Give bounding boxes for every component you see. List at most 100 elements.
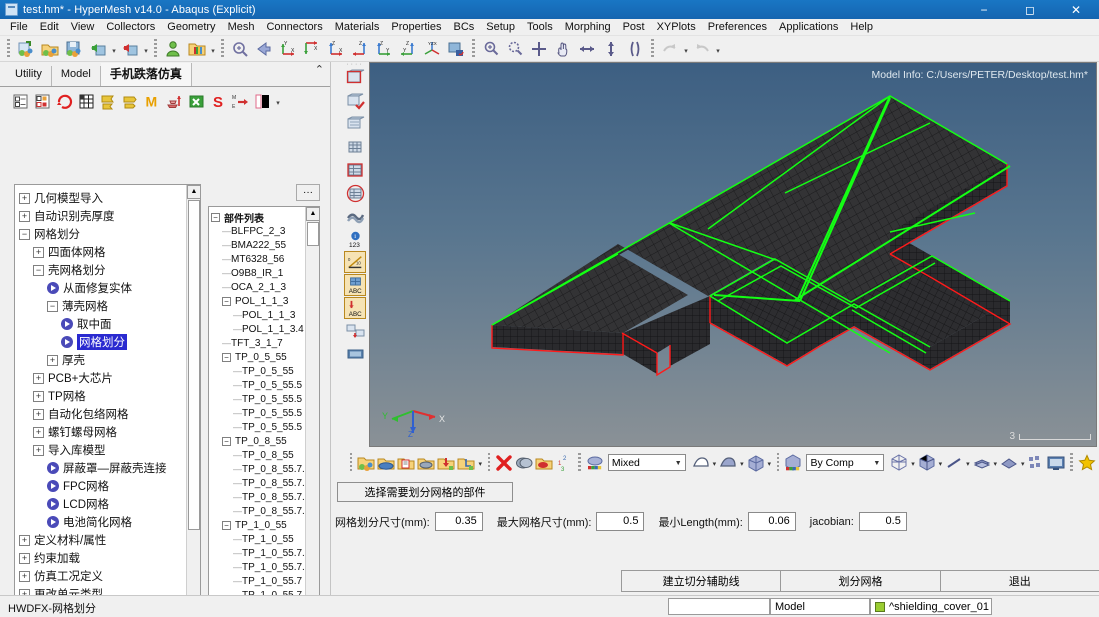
shell-element-icon[interactable] <box>972 452 992 473</box>
tree-node[interactable]: + 几何模型导入 <box>19 189 186 207</box>
redo-dropdown-icon[interactable]: ▾ <box>714 38 722 60</box>
expand-icon[interactable]: + <box>33 426 44 438</box>
expand-icon[interactable]: + <box>33 372 44 384</box>
tree-node[interactable]: 网格划分 <box>19 333 186 351</box>
status-component-cell[interactable]: ^shielding_cover_01 <box>870 598 992 615</box>
angle-measure-icon[interactable]: 0 10 <box>344 251 366 273</box>
load-abc-icon[interactable]: ABC <box>344 297 366 319</box>
menu-item-properties[interactable]: Properties <box>385 20 447 34</box>
expand-icon[interactable]: + <box>33 408 44 420</box>
collapse-icon[interactable]: − <box>47 300 58 312</box>
tree-node[interactable]: − 壳网格划分 <box>19 261 186 279</box>
mesh-select-icon[interactable] <box>344 159 366 181</box>
view-xy-icon[interactable]: YX <box>277 38 299 60</box>
zoom-in-icon[interactable] <box>480 38 502 60</box>
collapse-icon[interactable]: − <box>222 520 231 530</box>
line-element-icon[interactable] <box>944 452 964 473</box>
previous-view-icon[interactable] <box>253 38 275 60</box>
delete-icon[interactable] <box>494 452 514 473</box>
parts-scroll-up-arrow[interactable]: ▲ <box>306 207 319 221</box>
tree-node[interactable]: + 自动化包络网格 <box>19 405 186 423</box>
tree-node[interactable]: + PCB+大芯片 <box>19 369 186 387</box>
yellow-flag-icon[interactable] <box>98 91 118 111</box>
view-settings-icon[interactable] <box>445 38 467 60</box>
minimize-button[interactable]: − <box>961 0 1007 19</box>
part-list-item[interactable]: — TP_1_0_55.7. <box>211 546 307 560</box>
shaded-filled-icon[interactable] <box>718 452 738 473</box>
panel-divider[interactable] <box>330 62 331 595</box>
view-zx-icon[interactable]: ZX <box>325 38 347 60</box>
panel-toolbar-dropdown-icon[interactable]: ▾ <box>274 90 282 112</box>
element-cube-icon[interactable] <box>917 452 937 473</box>
jacobian-input[interactable]: 0.5 <box>858 512 907 531</box>
part-list-item[interactable]: — TP_0_8_55.7. <box>211 490 307 504</box>
menu-item-help[interactable]: Help <box>844 20 879 34</box>
numbering-icon[interactable]: 213 <box>554 452 574 473</box>
unmask-icon[interactable] <box>534 452 554 473</box>
tree-node[interactable]: + 四面体网格 <box>19 243 186 261</box>
wave-mesh-icon[interactable] <box>344 205 366 227</box>
tree-more-button[interactable]: ··· <box>296 184 320 201</box>
import-icon[interactable] <box>87 38 109 60</box>
wireframe-dropdown-icon[interactable]: ▾ <box>909 452 916 473</box>
tree-node[interactable]: + 自动识别壳厚度 <box>19 207 186 225</box>
solid-element-icon[interactable] <box>999 452 1019 473</box>
tree-node[interactable]: + 导入库模型 <box>19 441 186 459</box>
menu-item-post[interactable]: Post <box>617 20 651 34</box>
import-solver-deck-icon[interactable] <box>15 38 37 60</box>
component-collector-icon[interactable] <box>356 452 376 473</box>
redo-icon[interactable] <box>691 38 713 60</box>
table-grid-icon[interactable] <box>76 91 96 111</box>
menu-item-materials[interactable]: Materials <box>329 20 386 34</box>
image-close-icon[interactable] <box>186 91 206 111</box>
part-list-item[interactable]: — TP_0_5_55.5 <box>211 406 307 420</box>
close-button[interactable]: ✕ <box>1053 0 1099 19</box>
shaded-dropdown-icon[interactable]: ▾ <box>711 452 718 473</box>
text-abc-icon[interactable]: ABC <box>344 274 366 296</box>
part-list-item[interactable]: — MT6328_56 <box>211 252 307 266</box>
pan-center-icon[interactable] <box>528 38 550 60</box>
collapse-icon[interactable]: − <box>211 212 220 222</box>
view-zy-icon[interactable]: ZY <box>373 38 395 60</box>
tree-node[interactable]: + 厚壳 <box>19 351 186 369</box>
tab-phone-drop-simulation[interactable]: 手机跌落仿真 <box>100 63 192 86</box>
part-list-item[interactable]: — POL_1_1_3.4 <box>211 322 307 336</box>
tree-scroll-up-arrow[interactable]: ▲ <box>187 185 200 199</box>
view-xz-icon[interactable]: Z <box>349 38 371 60</box>
tree-vertical-scrollbar[interactable]: ▲ ▼ <box>186 185 200 617</box>
collapse-icon[interactable]: − <box>19 228 30 240</box>
tree-node[interactable]: 取中面 <box>19 315 186 333</box>
info-numbers-icon[interactable]: i 123 <box>344 228 366 250</box>
expand-icon[interactable]: + <box>33 444 44 456</box>
part-list-item[interactable]: — TP_1_0_55.7. <box>211 560 307 574</box>
color-by-icon[interactable] <box>783 452 803 473</box>
parts-list[interactable]: − 部件列表 — BLFPC_2_3— BMA222_55— MT6328_56— O9B8… <box>208 206 320 617</box>
menu-item-xyplots[interactable]: XYPlots <box>651 20 702 34</box>
visualization-mode-select[interactable]: Mixed ▼ <box>607 454 686 471</box>
expand-icon[interactable]: + <box>19 552 30 564</box>
part-list-item[interactable]: — TP_1_0_55 <box>211 532 307 546</box>
part-list-item[interactable]: − TP_0_5_55 <box>211 350 307 364</box>
line-dropdown-icon[interactable]: ▾ <box>964 452 971 473</box>
expand-icon[interactable]: + <box>19 192 30 204</box>
checklist-icon[interactable] <box>10 91 30 111</box>
display-monitor-icon[interactable] <box>1046 452 1066 473</box>
tree-node[interactable]: FPC网格 <box>19 477 186 495</box>
min-length-input[interactable]: 0.06 <box>747 512 796 531</box>
menu-item-tools[interactable]: Tools <box>521 20 559 34</box>
refresh-icon[interactable] <box>54 91 74 111</box>
menu-item-applications[interactable]: Applications <box>773 20 844 34</box>
part-list-item[interactable]: − POL_1_1_3 <box>211 294 307 308</box>
visualization-mode-icon[interactable] <box>585 452 605 473</box>
export-dropdown-icon[interactable]: ▾ <box>142 38 150 60</box>
tree-scroll-thumb[interactable] <box>188 200 200 530</box>
solid-cube-dropdown-icon[interactable]: ▾ <box>766 452 773 473</box>
part-list-item[interactable]: — OCA_2_1_3 <box>211 280 307 294</box>
exit-button[interactable]: 退出 <box>939 570 1099 592</box>
rotate-icon[interactable] <box>624 38 646 60</box>
color-folder-icon[interactable] <box>186 38 208 60</box>
tab-model[interactable]: Model <box>51 66 101 86</box>
status-blank-cell[interactable] <box>668 598 770 615</box>
isometric-view-icon[interactable]: YZX <box>421 38 443 60</box>
section-view-icon[interactable] <box>344 343 366 365</box>
